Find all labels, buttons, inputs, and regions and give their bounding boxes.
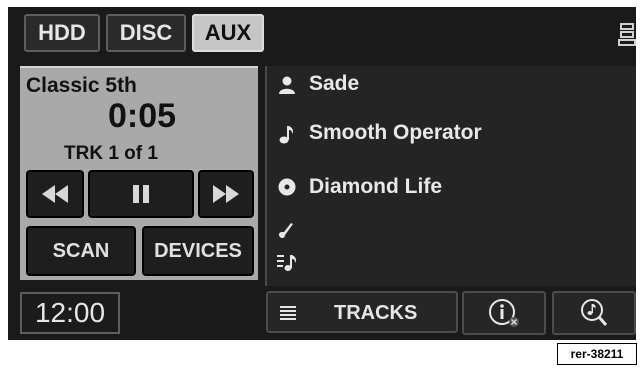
fast-forward-icon <box>213 185 239 203</box>
list-icon <box>280 306 296 320</box>
pause-icon <box>133 185 149 203</box>
seat-icon[interactable] <box>618 22 636 48</box>
album-icon <box>277 177 297 197</box>
artist-name: Sade <box>309 72 360 95</box>
reference-code: rer-38211 <box>557 343 637 365</box>
rewind-button[interactable] <box>26 170 84 218</box>
scan-button[interactable]: SCAN <box>26 226 136 276</box>
track-title: Classic 5th <box>26 74 137 97</box>
song-name: Smooth Operator <box>309 121 482 144</box>
track-counter: TRK 1 of 1 <box>64 143 158 164</box>
devices-button[interactable]: DEVICES <box>142 226 254 276</box>
pause-button[interactable] <box>88 170 194 218</box>
info-icon <box>489 299 519 327</box>
elapsed-time: 0:05 <box>108 97 177 135</box>
music-search-button[interactable] <box>552 291 636 335</box>
tab-aux[interactable]: AUX <box>192 14 264 52</box>
rewind-icon <box>42 185 68 203</box>
tracks-label: TRACKS <box>334 302 418 324</box>
tab-disc[interactable]: DISC <box>106 14 186 52</box>
devices-label: DEVICES <box>154 239 242 262</box>
composer-icon <box>277 252 297 272</box>
scan-label: SCAN <box>52 239 110 262</box>
info-button[interactable] <box>462 291 546 335</box>
clock[interactable]: 12:00 <box>20 292 120 334</box>
album-name: Diamond Life <box>309 175 443 198</box>
artist-icon <box>277 75 297 95</box>
tab-hdd[interactable]: HDD <box>24 14 100 52</box>
song-icon <box>277 124 297 144</box>
tracks-button[interactable]: TRACKS <box>266 291 458 333</box>
music-search-icon <box>581 299 608 326</box>
fast-forward-button[interactable] <box>198 170 254 218</box>
genre-icon <box>277 220 297 240</box>
